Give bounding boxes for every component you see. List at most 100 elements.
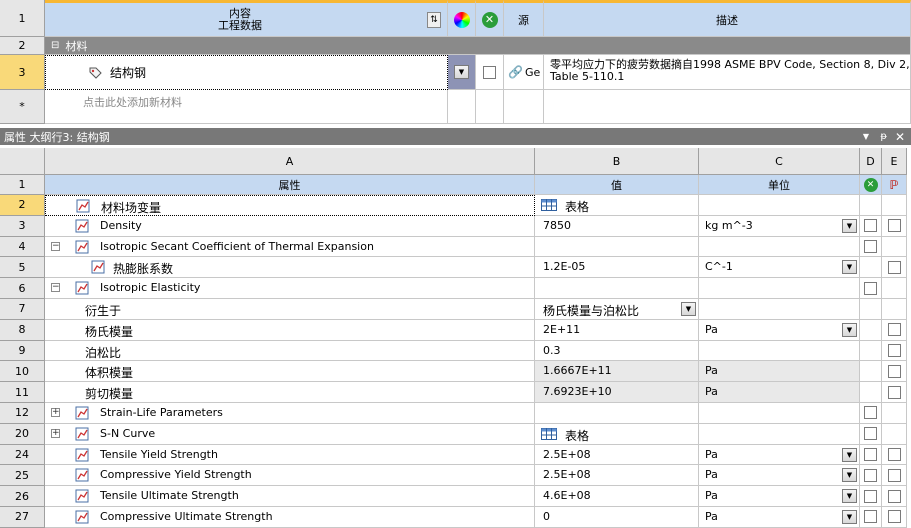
row-header-3[interactable]: 3 xyxy=(0,55,45,90)
parameter-cell[interactable] xyxy=(882,215,907,237)
unit-dropdown[interactable]: ▼ xyxy=(842,489,857,504)
property-cell[interactable]: 衍生于 xyxy=(45,299,535,320)
suppress-cell[interactable] xyxy=(860,403,882,424)
unit-cell[interactable]: Pa xyxy=(699,361,860,383)
value-cell[interactable]: 杨氏模量与泊松比 ▼ xyxy=(535,299,699,320)
suppress-header[interactable]: ✕ xyxy=(476,0,504,37)
unit-dropdown[interactable]: ▼ xyxy=(842,468,857,483)
parameter-checkbox[interactable] xyxy=(887,219,901,233)
suppress-checkbox[interactable] xyxy=(864,468,877,482)
material-name-cell[interactable]: 结构钢 ▼ xyxy=(45,55,448,90)
parameter-checkbox[interactable] xyxy=(887,364,901,378)
value-cell[interactable]: 1.2E-05 xyxy=(535,257,699,279)
unit-dropdown[interactable]: ▼ xyxy=(842,218,857,233)
prop-row-header[interactable]: 8 xyxy=(0,319,45,341)
prop-row-header[interactable]: 4 xyxy=(0,236,45,258)
unit-cell[interactable]: Pa ▼ xyxy=(699,444,860,466)
parameter-checkbox[interactable] xyxy=(887,343,901,357)
material-source-cell[interactable]: 🔗 Ge xyxy=(504,55,544,90)
unit-cell[interactable]: Pa ▼ xyxy=(699,465,860,487)
property-cell[interactable]: − Isotropic Secant Coefficient of Thermal… xyxy=(45,236,535,258)
col-header-b[interactable]: B xyxy=(535,148,699,175)
value-cell[interactable]: 7850 xyxy=(535,215,699,237)
prop-row-header[interactable]: 24 xyxy=(0,444,45,466)
prop-row-header[interactable]: 6 xyxy=(0,278,45,299)
parameter-cell[interactable] xyxy=(882,403,907,424)
value-header[interactable]: 值 xyxy=(535,175,699,195)
property-cell[interactable]: 杨氏模量 xyxy=(45,319,535,341)
row-header-new[interactable]: * xyxy=(0,90,45,124)
parameter-cell[interactable] xyxy=(882,278,907,299)
col-header-e[interactable]: E xyxy=(882,148,907,175)
prop-row-header[interactable]: 11 xyxy=(0,382,45,403)
parameter-checkbox[interactable] xyxy=(887,489,901,503)
unit-dropdown[interactable]: ▼ xyxy=(842,510,857,524)
suppress-checkbox[interactable] xyxy=(864,510,877,524)
unit-dropdown[interactable]: ▼ xyxy=(842,260,857,275)
parameter-cell[interactable] xyxy=(882,465,907,487)
property-cell[interactable]: 体积模量 xyxy=(45,361,535,383)
prop-row-header[interactable]: 12 xyxy=(0,403,45,424)
suppress-checkbox[interactable] xyxy=(864,239,877,253)
properties-title-bar[interactable]: 属性 大纲行3: 结构钢 ▼ ᵽ ✕ xyxy=(0,128,911,145)
unit-cell[interactable]: Pa ▼ xyxy=(699,507,860,528)
value-cell[interactable]: 2.5E+08 xyxy=(535,465,699,487)
unit-cell[interactable] xyxy=(699,340,860,362)
suppress-checkbox[interactable] xyxy=(864,447,877,461)
parameter-cell[interactable] xyxy=(882,299,907,320)
suppress-checkbox[interactable] xyxy=(864,219,877,233)
collapse-icon[interactable]: ⊟ xyxy=(51,40,59,51)
property-cell[interactable]: Tensile Yield Strength xyxy=(45,444,535,466)
parameter-cell[interactable] xyxy=(882,319,907,341)
parameter-cell[interactable] xyxy=(882,236,907,258)
unit-cell[interactable]: Pa xyxy=(699,382,860,403)
unit-cell[interactable]: Pa ▼ xyxy=(699,486,860,507)
suppress-cell[interactable] xyxy=(860,382,882,403)
parameter-checkbox[interactable] xyxy=(887,260,901,274)
prop-row-header[interactable]: 7 xyxy=(0,299,45,320)
suppress-cell[interactable] xyxy=(860,299,882,320)
unit-cell[interactable]: C^-1 ▼ xyxy=(699,257,860,279)
parameter-cell[interactable] xyxy=(882,340,907,362)
suppress-cell[interactable] xyxy=(860,361,882,383)
suppress-checkbox[interactable] xyxy=(864,281,877,295)
prop-row-header[interactable]: 27 xyxy=(0,507,45,528)
property-cell[interactable]: Compressive Ultimate Strength xyxy=(45,507,535,528)
material-group-row[interactable]: ⊟ 材料 xyxy=(45,37,911,55)
value-cell[interactable] xyxy=(535,278,699,299)
row-header-1[interactable]: 1 xyxy=(0,0,45,37)
unit-cell[interactable] xyxy=(699,423,860,445)
color-wheel-header[interactable] xyxy=(448,0,476,37)
unit-header[interactable]: 单位 xyxy=(699,175,860,195)
parameter-cell[interactable] xyxy=(882,382,907,403)
property-cell[interactable]: Density xyxy=(45,215,535,237)
expand-icon[interactable]: + xyxy=(51,408,60,417)
value-cell[interactable]: 2E+11 xyxy=(535,319,699,341)
suppress-cell[interactable] xyxy=(860,486,882,507)
unit-cell[interactable]: Pa ▼ xyxy=(699,319,860,341)
value-cell[interactable]: 1.6667E+11 xyxy=(535,361,699,383)
parameter-col-header[interactable]: ℙ xyxy=(882,175,907,195)
value-cell[interactable]: 4.6E+08 xyxy=(535,486,699,507)
suppress-checkbox[interactable] xyxy=(864,406,877,420)
unit-dropdown[interactable]: ▼ xyxy=(842,447,857,462)
property-cell[interactable]: Compressive Yield Strength xyxy=(45,465,535,487)
material-suppress-cell[interactable] xyxy=(476,55,504,90)
value-cell[interactable]: 0.3 xyxy=(535,340,699,362)
contents-header[interactable]: 内容 工程数据 ⇅ xyxy=(45,0,448,37)
suppress-checkbox[interactable] xyxy=(864,489,877,503)
suppress-cell[interactable] xyxy=(860,195,882,216)
material-suppress-checkbox[interactable] xyxy=(483,65,496,79)
property-cell[interactable]: 剪切模量 xyxy=(45,382,535,403)
suppress-cell[interactable] xyxy=(860,257,882,279)
property-cell[interactable]: + Strain-Life Parameters xyxy=(45,403,535,424)
material-dropdown-button[interactable]: ▼ xyxy=(454,65,469,79)
value-cell[interactable]: 2.5E+08 xyxy=(535,444,699,466)
suppress-cell[interactable] xyxy=(860,340,882,362)
pin-icon[interactable]: ᵽ xyxy=(880,131,887,142)
sort-icon[interactable]: ⇅ xyxy=(427,12,441,28)
parameter-cell[interactable] xyxy=(882,444,907,466)
suppress-checkbox[interactable] xyxy=(864,427,877,441)
unit-cell[interactable]: kg m^-3 ▼ xyxy=(699,215,860,237)
parameter-cell[interactable] xyxy=(882,507,907,528)
